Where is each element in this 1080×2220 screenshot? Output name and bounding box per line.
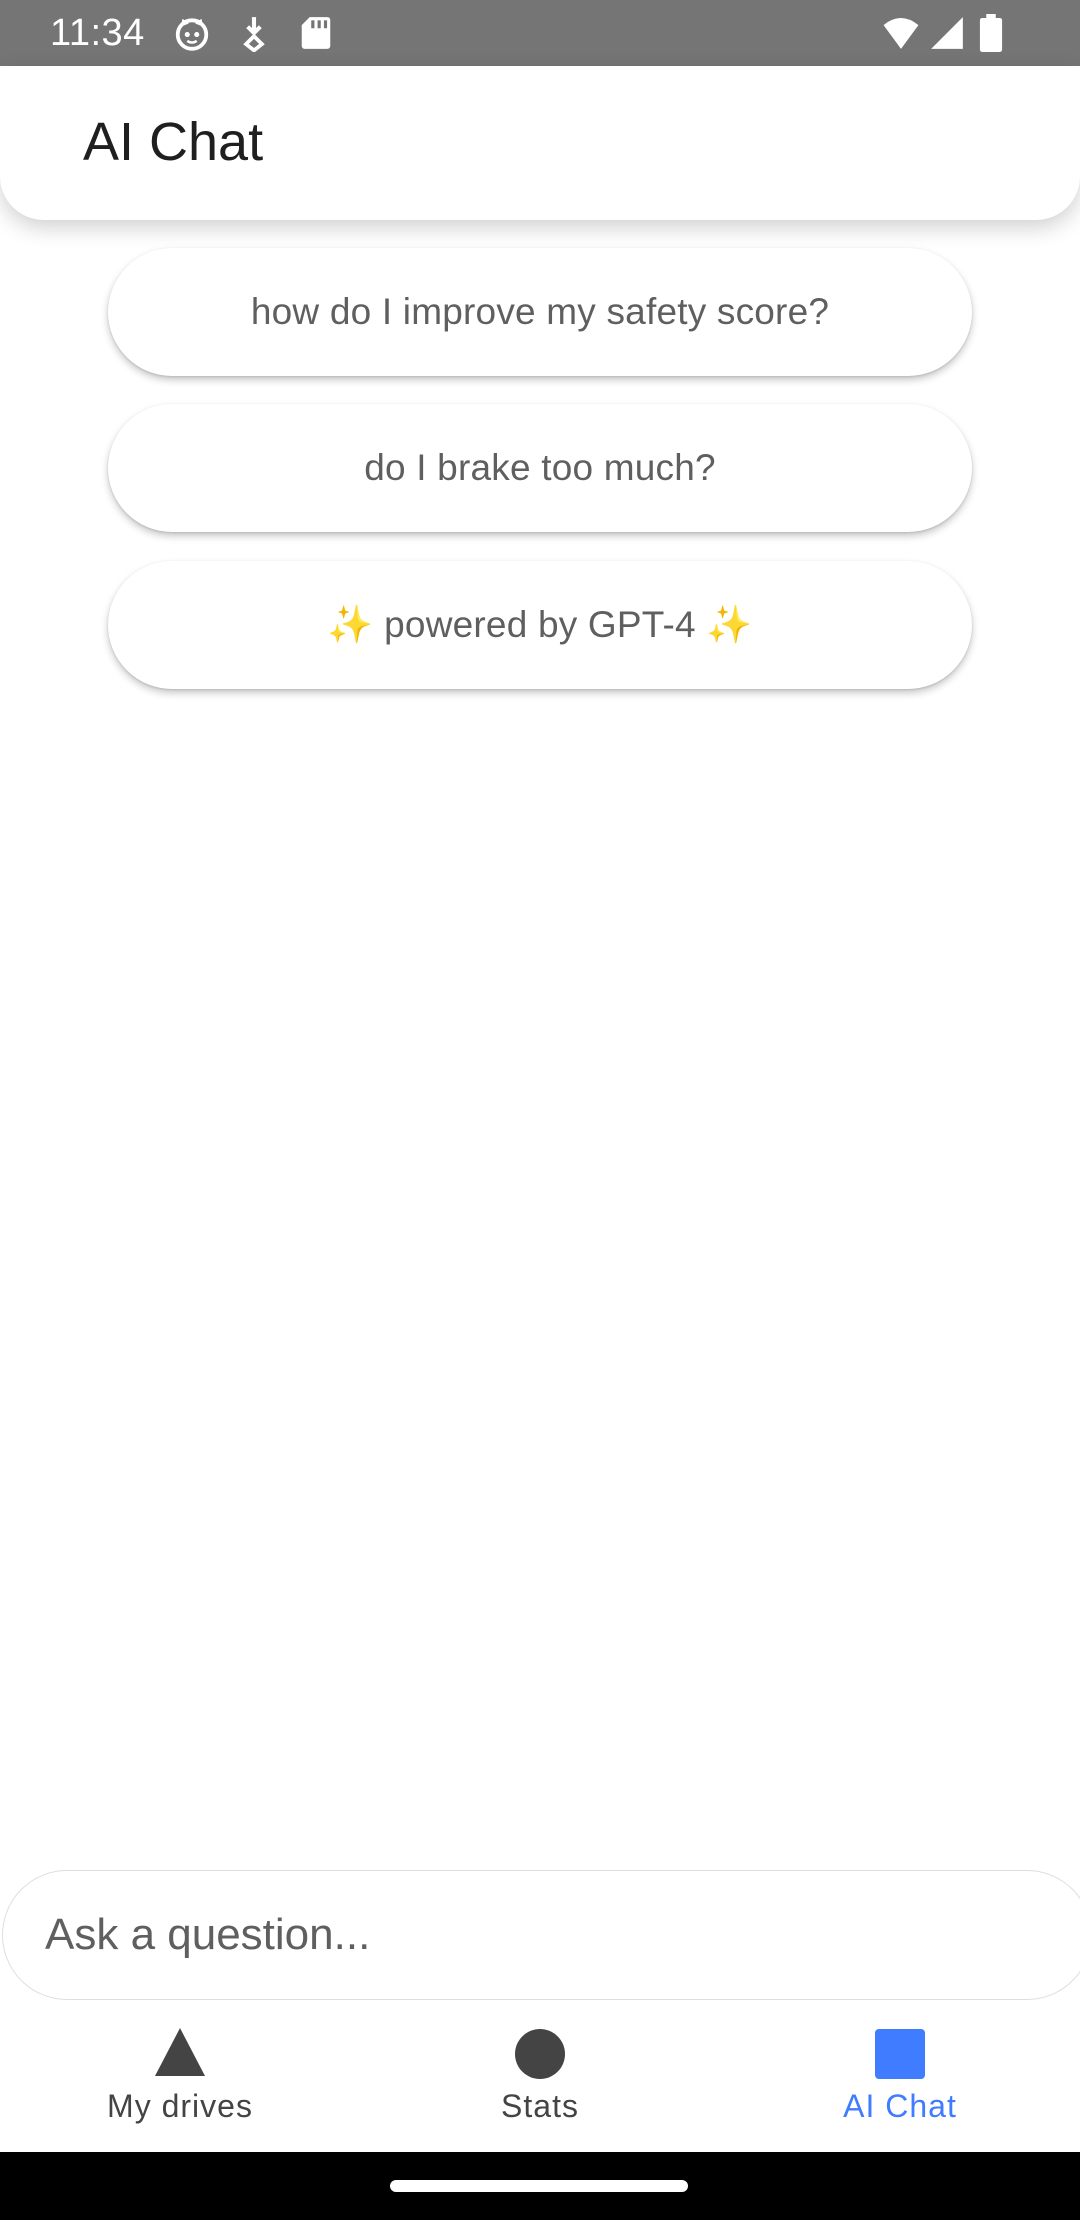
battery-icon xyxy=(976,14,1006,52)
status-bar: 11:34 xyxy=(0,0,1080,66)
cellular-signal-icon xyxy=(928,14,966,52)
suggestion-chip[interactable]: ✨ powered by GPT-4 ✨ xyxy=(108,561,972,689)
sd-card-icon xyxy=(297,14,335,52)
question-input[interactable] xyxy=(2,1870,1080,2000)
nav-item-ai-chat[interactable]: AI Chat xyxy=(720,2002,1080,2152)
page-title: AI Chat xyxy=(83,112,264,172)
suggestion-chip-label: how do I improve my safety score? xyxy=(250,291,830,332)
nav-label: AI Chat xyxy=(843,2088,957,2124)
bottom-navigation: My drives Stats AI Chat xyxy=(0,2002,1080,2152)
nav-label: My drives xyxy=(107,2088,253,2124)
suggestion-chip-label: do I brake too much? xyxy=(364,447,716,488)
triangle-icon xyxy=(153,2026,207,2080)
square-icon xyxy=(873,2026,927,2080)
system-navigation-bar xyxy=(0,2152,1080,2220)
home-gesture-handle[interactable] xyxy=(390,2180,688,2192)
download-arrow-icon xyxy=(235,14,273,52)
nav-label: Stats xyxy=(501,2088,579,2124)
nav-item-my-drives[interactable]: My drives xyxy=(0,2002,360,2152)
suggestion-chip[interactable]: how do I improve my safety score? xyxy=(108,248,972,376)
status-time: 11:34 xyxy=(50,12,145,54)
suggestion-chip[interactable]: do I brake too much? xyxy=(108,404,972,532)
circle-icon xyxy=(513,2026,567,2080)
nav-item-stats[interactable]: Stats xyxy=(360,2002,720,2152)
question-input-container xyxy=(0,1870,1080,2002)
wifi-icon xyxy=(880,14,922,52)
cat-face-icon xyxy=(173,14,211,52)
suggestion-chip-label: ✨ powered by GPT-4 ✨ xyxy=(327,603,753,645)
app-bar: AI Chat xyxy=(0,66,1080,220)
